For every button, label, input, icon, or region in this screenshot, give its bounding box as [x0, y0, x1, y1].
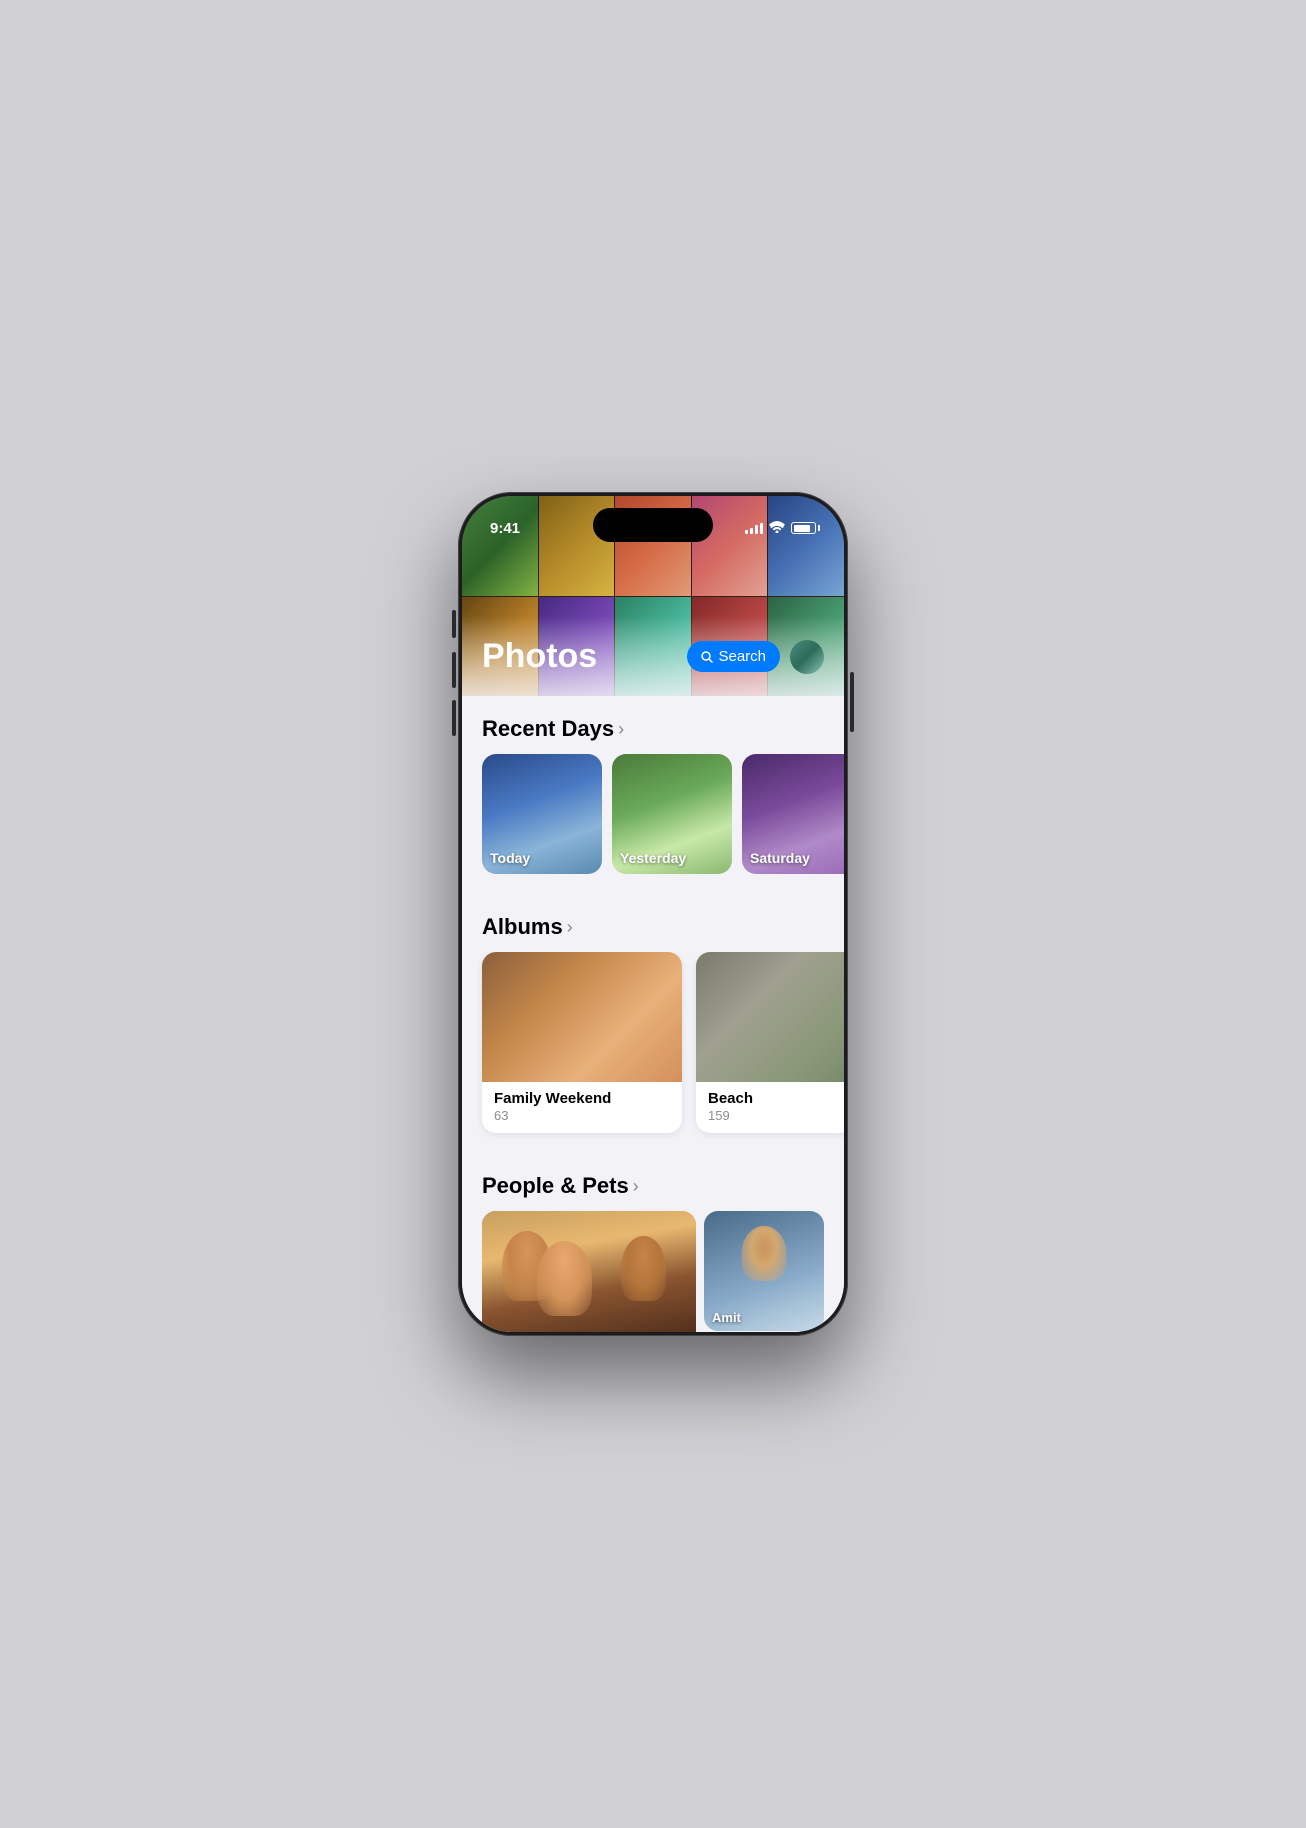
album-thumbnail-beach: [696, 952, 844, 1082]
silent-button[interactable]: [452, 610, 456, 638]
page-title: Photos: [482, 637, 597, 676]
albums-title: Albums: [482, 914, 563, 940]
people-side-cards: Amit Maya: [704, 1211, 824, 1332]
album-card-beach[interactable]: Beach 159: [696, 952, 844, 1133]
signal-icon: [745, 523, 763, 534]
people-grid: 👥 Amit: [462, 1211, 844, 1332]
avatar[interactable]: [790, 640, 824, 674]
albums-header[interactable]: Albums ›: [462, 894, 844, 952]
album-count-family-weekend: 63: [494, 1108, 670, 1123]
people-pets-header[interactable]: People & Pets ›: [462, 1153, 844, 1211]
people-pets-section: People & Pets › 👥: [462, 1153, 844, 1332]
phone-frame: 9:41: [458, 492, 848, 1336]
search-label: Search: [718, 648, 766, 665]
album-count-beach: 159: [708, 1108, 844, 1123]
people-group-card[interactable]: 👥: [482, 1211, 696, 1332]
recent-days-header[interactable]: Recent Days ›: [462, 696, 844, 754]
day-label-yesterday: Yesterday: [620, 850, 686, 866]
person-name-amit: Amit: [712, 1310, 741, 1325]
days-scroll[interactable]: Today Yesterday Saturday: [462, 754, 844, 894]
header-actions: Search: [687, 640, 824, 674]
battery-icon: [791, 522, 816, 534]
albums-chevron: ›: [567, 917, 573, 938]
people-pets-title: People & Pets: [482, 1173, 629, 1199]
search-button[interactable]: Search: [687, 641, 780, 672]
day-card-saturday[interactable]: Saturday: [742, 754, 844, 874]
recent-days-title: Recent Days: [482, 716, 614, 742]
volume-up-button[interactable]: [452, 652, 456, 688]
scroll-content[interactable]: Recent Days › Today Yesterday Saturday: [462, 696, 844, 1332]
album-name-beach: Beach: [708, 1090, 844, 1107]
album-thumbnail-family-weekend: [482, 952, 682, 1082]
dynamic-island: [593, 508, 713, 542]
albums-section: Albums › Family Weekend 63 Beach: [462, 894, 844, 1153]
day-label-today: Today: [490, 850, 530, 866]
person-card-amit[interactable]: Amit: [704, 1211, 824, 1331]
search-icon: [701, 651, 713, 663]
wifi-icon: [769, 521, 785, 536]
albums-scroll[interactable]: Family Weekend 63 Beach 159: [462, 952, 844, 1153]
day-card-today[interactable]: Today: [482, 754, 602, 874]
album-card-family-weekend[interactable]: Family Weekend 63: [482, 952, 682, 1133]
power-button[interactable]: [850, 672, 854, 732]
status-icons: [745, 521, 816, 536]
phone-screen: 9:41: [462, 496, 844, 1332]
header-title-row: Photos Search: [462, 637, 844, 676]
recent-days-chevron: ›: [618, 719, 624, 740]
album-name-family-weekend: Family Weekend: [494, 1090, 670, 1107]
day-card-yesterday[interactable]: Yesterday: [612, 754, 732, 874]
recent-days-section: Recent Days › Today Yesterday Saturday: [462, 696, 844, 894]
day-label-saturday: Saturday: [750, 850, 810, 866]
people-pets-chevron: ›: [633, 1176, 639, 1197]
volume-down-button[interactable]: [452, 700, 456, 736]
status-time: 9:41: [490, 520, 520, 537]
